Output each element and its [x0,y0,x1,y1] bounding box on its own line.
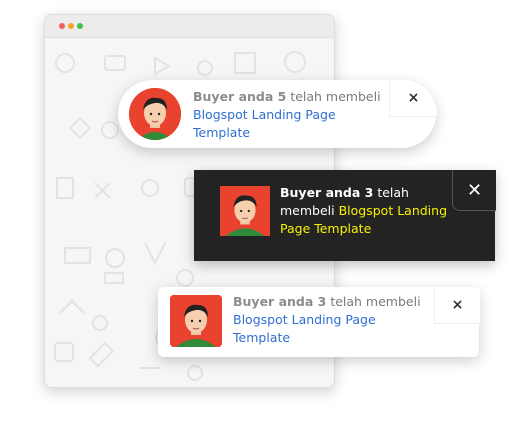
buyer-name: Buyer anda 3 [233,294,327,309]
browser-title-bar [45,15,334,38]
close-icon[interactable]: × [434,287,480,324]
close-icon[interactable]: × [389,80,437,117]
product-link[interactable]: Blogspot Landing Page Template [233,312,376,345]
notification-message: Buyer anda 3 telah membeli Blogspot Land… [233,293,433,347]
window-maximize-dot [77,23,83,29]
buyer-name: Buyer anda 3 [280,185,374,200]
window-minimize-dot [68,23,74,29]
action-text: telah membeli [326,294,421,309]
person-avatar-icon [129,88,181,140]
person-avatar-icon [170,295,222,347]
purchase-notification-pill[interactable]: Buyer anda 5 telah membeli Blogspot Land… [118,80,437,148]
window-close-dot [59,23,65,29]
notification-message: Buyer anda 5 telah membeli Blogspot Land… [193,88,393,142]
close-icon[interactable]: ✕ [452,170,496,211]
purchase-notification-card[interactable]: Buyer anda 3 telah membeli Blogspot Land… [158,287,480,357]
action-text: telah membeli [286,89,381,104]
notification-message: Buyer anda 3 telah membeli Blogspot Land… [280,184,450,238]
product-link[interactable]: Blogspot Landing Page Template [193,107,336,140]
buyer-name: Buyer anda 5 [193,89,287,104]
person-avatar-icon [220,186,270,236]
purchase-notification-dark[interactable]: Buyer anda 3 telah membeli Blogspot Land… [194,170,496,261]
